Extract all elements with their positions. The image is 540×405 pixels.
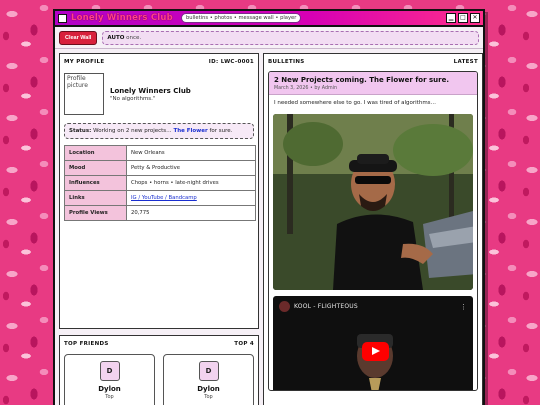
bulletins-panel: BULLETINS LATEST 2 New Projects coming. … — [263, 53, 483, 405]
maximize-icon[interactable]: □ — [458, 13, 468, 23]
profile-details-table: Location New Orleans Mood Petty & Produc… — [64, 145, 256, 221]
friend-rank: Top — [105, 394, 114, 400]
status-box: Status: Working on 2 new projects… The F… — [64, 123, 254, 139]
minimize-icon[interactable]: ▁ — [446, 13, 456, 23]
profile-heading: MY PROFILE — [64, 59, 105, 65]
ticker-label: AUTO — [107, 34, 125, 41]
detail-key: Links — [64, 190, 127, 206]
table-row: Location New Orleans — [64, 145, 256, 161]
table-row: Influences Chops • horns • late-night dr… — [64, 175, 256, 191]
video-embed[interactable]: KOOL - FLIGHTEOUS ⋮ — [273, 296, 473, 390]
title-bar: Lonely Winners Club bulletins • photos •… — [55, 11, 483, 27]
play-button-icon[interactable] — [362, 342, 389, 361]
profile-panel: MY PROFILE ID: LWC-0001 Profile picture … — [59, 53, 259, 329]
status-text: Working on 2 new projects… — [93, 128, 172, 134]
profile-id: ID: LWC-0001 — [208, 59, 254, 65]
profile-info: Lonely Winners Club "No algorithms." — [110, 73, 191, 115]
post-photo[interactable] — [273, 114, 473, 290]
detail-key: Mood — [64, 160, 127, 176]
bulletins-heading: BULLETINS — [268, 59, 305, 65]
profile-name: Lonely Winners Club — [110, 87, 191, 95]
table-row: Profile Views 20,775 — [64, 205, 256, 221]
friends-heading: TOP FRIENDS — [64, 341, 109, 347]
detail-key: Influences — [64, 175, 127, 191]
detail-value: Petty & Productive — [126, 160, 256, 176]
status-tail: for sure. — [209, 128, 233, 134]
more-options-icon[interactable]: ⋮ — [460, 303, 467, 311]
friend-avatar: D — [198, 361, 219, 381]
photo-illustration — [273, 114, 473, 290]
bulletins-sort[interactable]: LATEST — [454, 59, 478, 65]
avatar[interactable]: Profile picture — [64, 73, 104, 115]
post-title[interactable]: 2 New Projects coming. The Flower for su… — [274, 76, 472, 84]
profile-quote: "No algorithms." — [110, 96, 156, 102]
friend-avatar: D — [99, 361, 120, 381]
detail-value: 20,775 — [126, 205, 256, 221]
profile-summary: Profile picture Lonely Winners Club "No … — [60, 69, 258, 115]
friend-name: Dylon — [98, 385, 121, 393]
status-link[interactable]: The Flower — [173, 128, 207, 134]
bulletin-post: 2 New Projects coming. The Flower for su… — [268, 71, 478, 391]
window-title: Lonely Winners Club — [71, 13, 173, 23]
video-header: KOOL - FLIGHTEOUS ⋮ — [273, 296, 473, 317]
bulletins-header: BULLETINS LATEST — [264, 54, 482, 69]
status-label: Status: — [69, 128, 92, 134]
window-controls: ▁ □ ✕ — [446, 13, 480, 23]
friend-card[interactable]: D Dylon Top — [64, 354, 155, 405]
post-header: 2 New Projects coming. The Flower for su… — [269, 72, 477, 95]
detail-key: Location — [64, 145, 127, 161]
post-body: I needed somewhere else to go. I was tir… — [274, 100, 437, 106]
detail-value: IG / YouTube / Bandcamp — [126, 190, 256, 206]
channel-avatar[interactable] — [279, 301, 290, 312]
close-icon[interactable]: ✕ — [470, 13, 480, 23]
detail-value: Chops • horns • late-night drives — [126, 175, 256, 191]
video-title[interactable]: KOOL - FLIGHTEOUS — [294, 303, 358, 310]
ticker: AUTO once. — [102, 30, 479, 45]
window-menu-icon[interactable] — [58, 13, 67, 23]
ticker-text: once. — [126, 34, 142, 41]
detail-value: New Orleans — [126, 145, 256, 161]
post-meta: March 3, 2026 • by Admin — [274, 86, 338, 91]
friends-header: TOP FRIENDS TOP 4 — [60, 336, 258, 351]
table-row: Mood Petty & Productive — [64, 160, 256, 176]
friends-list: D Dylon Top D Dylon Top — [60, 351, 258, 405]
friend-name: Dylon — [197, 385, 220, 393]
toolbar: Clear Wall AUTO once. — [55, 27, 483, 49]
profile-header: MY PROFILE ID: LWC-0001 — [60, 54, 258, 69]
clear-wall-button[interactable]: Clear Wall — [59, 30, 98, 45]
detail-key: Profile Views — [64, 205, 127, 221]
social-links[interactable]: IG / YouTube / Bandcamp — [131, 195, 197, 201]
app-window: Lonely Winners Club bulletins • photos •… — [53, 9, 485, 405]
site-nav[interactable]: bulletins • photos • message wall • play… — [180, 13, 302, 23]
top-friends-panel: TOP FRIENDS TOP 4 D Dylon Top D Dylon To… — [59, 335, 259, 405]
friends-count: TOP 4 — [234, 341, 254, 347]
friend-rank: Top — [204, 394, 213, 400]
friend-card[interactable]: D Dylon Top — [163, 354, 254, 405]
table-row: Links IG / YouTube / Bandcamp — [64, 190, 256, 206]
